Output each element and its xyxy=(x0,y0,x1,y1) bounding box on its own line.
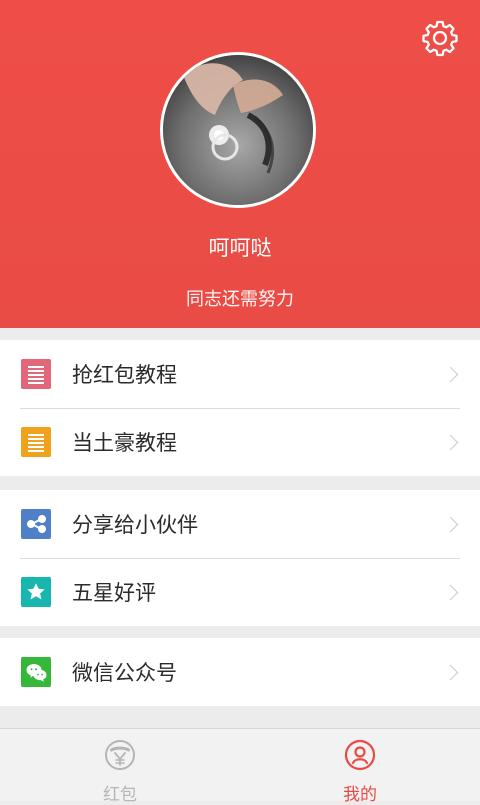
avatar[interactable] xyxy=(160,52,316,208)
share-icon xyxy=(21,509,51,539)
document-list-icon xyxy=(21,427,51,457)
document-list-icon xyxy=(21,359,51,389)
menu-group-1: 抢红包教程 当土豪教程 xyxy=(0,340,480,476)
settings-gear-icon[interactable] xyxy=(420,18,460,58)
menu-item-red-packet-tutorial[interactable]: 抢红包教程 xyxy=(0,340,480,408)
chevron-right-icon xyxy=(442,516,459,532)
profile-motto: 同志还需努力 xyxy=(186,289,294,310)
menu-item-rich-tutorial[interactable]: 当土豪教程 xyxy=(0,408,480,476)
chevron-right-icon xyxy=(442,434,459,450)
menu-group-3: 微信公众号 xyxy=(0,638,480,706)
menu-item-label: 微信公众号 xyxy=(72,661,177,685)
red-packet-yen-icon xyxy=(103,738,137,776)
tab-label: 红包 xyxy=(103,785,137,805)
bottom-tab-bar: 红包 我的 xyxy=(0,728,480,805)
star-icon xyxy=(21,577,51,607)
tab-label: 我的 xyxy=(343,785,377,805)
wechat-icon xyxy=(21,657,51,687)
menu-group-2: 分享给小伙伴 五星好评 xyxy=(0,490,480,626)
chevron-right-icon xyxy=(442,664,459,680)
menu-item-label: 分享给小伙伴 xyxy=(72,513,198,537)
menu-item-label: 五星好评 xyxy=(72,581,156,605)
tab-red-packet[interactable]: 红包 xyxy=(0,729,240,805)
menu-item-share[interactable]: 分享给小伙伴 xyxy=(0,490,480,558)
menu-item-label: 抢红包教程 xyxy=(72,363,177,387)
profile-nickname: 呵呵哒 xyxy=(208,236,272,260)
chevron-right-icon xyxy=(442,366,459,382)
chevron-right-icon xyxy=(442,584,459,600)
profile-icon xyxy=(343,738,377,776)
menu-item-wechat-official-account[interactable]: 微信公众号 xyxy=(0,638,480,706)
tab-me[interactable]: 我的 xyxy=(240,729,480,805)
profile-header: 呵呵哒 同志还需努力 xyxy=(0,0,480,328)
menu-item-label: 当土豪教程 xyxy=(72,431,177,455)
menu-item-five-star-rating[interactable]: 五星好评 xyxy=(0,558,480,626)
